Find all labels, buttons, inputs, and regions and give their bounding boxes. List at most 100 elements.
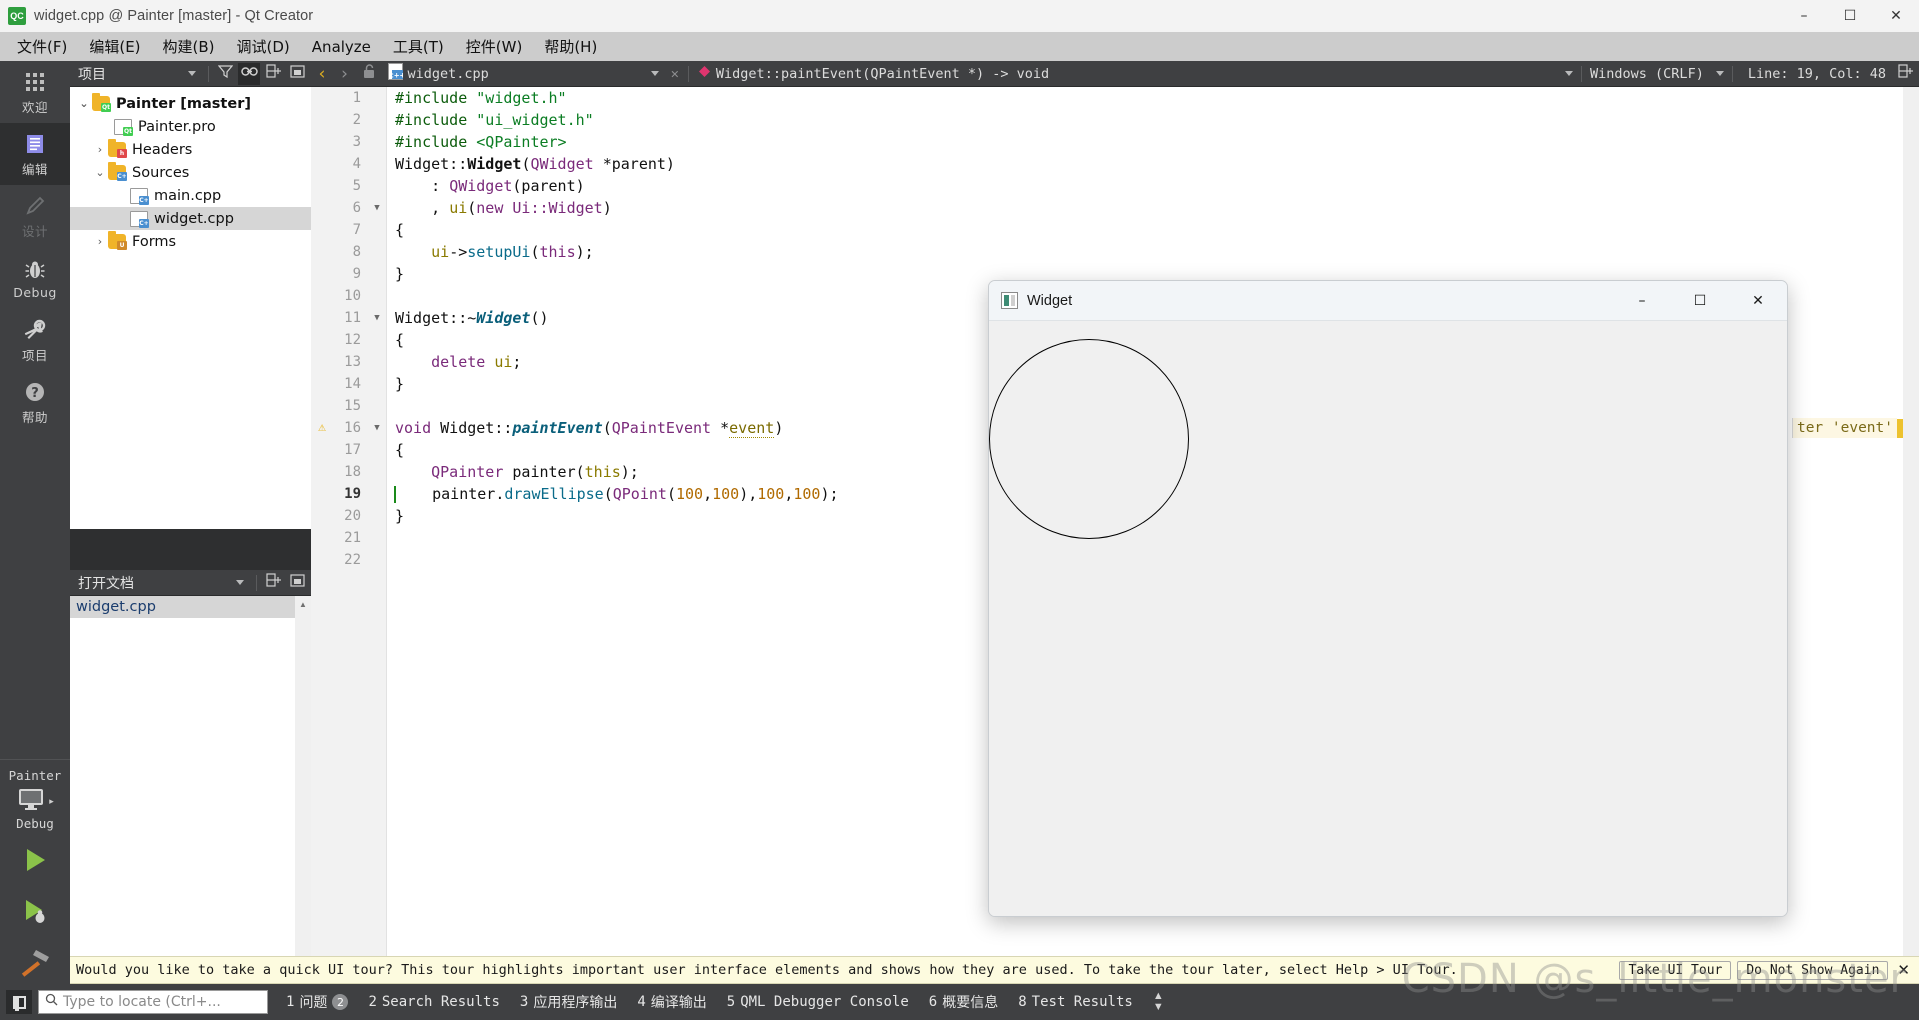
encoding-dropdown[interactable] (1710, 61, 1742, 87)
toggle-output-icon[interactable] (6, 990, 32, 1014)
menu-window[interactable]: 控件(W) (455, 33, 534, 60)
editor-scrollbar[interactable] (1903, 87, 1919, 967)
open-documents-scrollbar[interactable]: ▲ (295, 596, 311, 996)
menu-tools[interactable]: 工具(T) (382, 33, 455, 60)
fold-marker-icon[interactable]: ▼ (367, 423, 387, 433)
fold-marker-icon[interactable]: ▼ (367, 313, 387, 323)
mode-projects[interactable]: 项目 (0, 309, 70, 371)
maximize-button[interactable]: ☐ (1827, 0, 1873, 32)
warning-triangle-icon[interactable]: ⚠ (315, 421, 329, 435)
code-line[interactable]: 2 #include "ui_widget.h" (311, 109, 1903, 131)
widget-maximize-button[interactable]: ☐ (1671, 281, 1729, 321)
open-document-label: widget.cpp (76, 599, 156, 615)
close-editor-button[interactable]: ✕ (665, 61, 685, 87)
output-pane-test-results[interactable]: 8 Test Results (1018, 994, 1133, 1010)
code-line[interactable]: 7{ (311, 219, 1903, 241)
do-not-show-again-button[interactable]: Do Not Show Again (1737, 960, 1889, 980)
nav-back-button[interactable]: ‹ (311, 61, 333, 87)
code-token: ), (739, 485, 758, 503)
projects-panel-header: 项目 (70, 61, 311, 87)
menu-edit[interactable]: 编辑(E) (78, 33, 151, 60)
open-documents-tools (229, 572, 311, 594)
code-token: void (395, 419, 432, 437)
tree-item-forms[interactable]: › U Forms (70, 230, 311, 253)
tree-item-painter-pro[interactable]: Qt Painter.pro (70, 115, 311, 138)
output-pane-qml-debugger-console[interactable]: 5 QML Debugger Console (727, 994, 909, 1010)
tree-item-painter[interactable]: ⌄ Qt Painter [master] (70, 92, 311, 115)
mode-edit[interactable]: 编辑 (0, 123, 70, 185)
close-banner-icon[interactable]: ✕ (1894, 961, 1913, 979)
code-line[interactable]: 4 Widget::Widget(QWidget *parent) (311, 153, 1903, 175)
file-dropdown[interactable] (645, 61, 665, 87)
kit-selector[interactable]: Painter ▸ Debug (0, 759, 70, 996)
tree-item-main-cpp[interactable]: C+ main.cpp (70, 184, 311, 207)
close-panel-button[interactable] (286, 63, 308, 85)
scroll-up-arrow-icon[interactable]: ▲ (295, 596, 311, 613)
code-line[interactable]: 3 #include <QPainter> (311, 131, 1903, 153)
divider (1581, 65, 1583, 82)
file-cpp-icon: C+ (130, 210, 149, 228)
widget-window-titlebar[interactable]: Widget – ☐ ✕ (989, 281, 1787, 321)
chevron-right-icon[interactable]: › (92, 143, 108, 156)
title-bar: QC widget.cpp @ Painter [master] - Qt Cr… (0, 0, 1919, 32)
split-button[interactable] (262, 572, 284, 594)
tree-item-widget-cpp[interactable]: C+ widget.cpp (70, 207, 311, 230)
menu-build[interactable]: 构建(B) (152, 33, 226, 60)
current-file-selector[interactable]: c++ widget.cpp (382, 61, 495, 87)
play-bug-icon[interactable] (20, 896, 50, 931)
menu-debug[interactable]: 调试(D) (226, 33, 301, 60)
inline-warning-annotation[interactable]: ter 'event' (1791, 417, 1919, 439)
fold-marker-icon[interactable]: ▼ (367, 203, 387, 213)
hammer-icon[interactable] (19, 947, 51, 982)
play-triangle-icon[interactable] (20, 845, 50, 880)
output-pane-spinner-icon[interactable]: ▲ ▼ (1153, 991, 1164, 1013)
widget-close-button[interactable]: ✕ (1729, 281, 1787, 321)
opendocs-chooser-dropdown[interactable] (229, 572, 251, 594)
widget-preview-window[interactable]: Widget – ☐ ✕ (988, 280, 1788, 917)
output-pane-application-output[interactable]: 3 应用程序输出 (520, 992, 617, 1012)
mode-design[interactable]: 设计 (0, 185, 70, 247)
split-button[interactable] (262, 63, 284, 85)
nav-forward-button[interactable]: › (333, 61, 355, 87)
output-pane-issues[interactable]: 1 问题 2 (286, 992, 349, 1012)
file-pro-icon: Qt (114, 118, 133, 136)
mode-debug[interactable]: Debug (0, 247, 70, 309)
close-button[interactable]: ✕ (1873, 0, 1919, 32)
kit-expand-arrow-icon[interactable]: ▸ (49, 796, 54, 807)
mode-help[interactable]: ? 帮助 (0, 371, 70, 433)
output-pane-search-results[interactable]: 2 Search Results (368, 994, 499, 1010)
project-tree[interactable]: ⌄ Qt Painter [master] Qt Painter.pro › h… (70, 87, 311, 529)
open-documents-list[interactable]: widget.cpp ▲ (70, 596, 311, 996)
panel-chooser-dropdown[interactable] (181, 63, 203, 85)
line-ending-dropdown[interactable]: Windows (CRLF) (1559, 61, 1710, 87)
chevron-down-icon[interactable]: ⌄ (92, 166, 108, 179)
mode-welcome[interactable]: 欢迎 (0, 61, 70, 123)
symbol-selector[interactable]: Widget::paintEvent(QPaintEvent *) -> voi… (692, 61, 1055, 87)
synchronize-button[interactable] (238, 62, 260, 85)
take-ui-tour-button[interactable]: Take UI Tour (1619, 960, 1732, 980)
code-line[interactable]: 8 ui->setupUi(this); (311, 241, 1903, 263)
code-token: ( (666, 485, 676, 503)
tree-item-headers[interactable]: › h Headers (70, 138, 311, 161)
code-line[interactable]: 1 #include "widget.h" (311, 87, 1903, 109)
widget-minimize-button[interactable]: – (1613, 281, 1671, 321)
menu-file[interactable]: 文件(F) (6, 33, 78, 60)
open-document-widget-cpp[interactable]: widget.cpp (70, 596, 311, 618)
code-line[interactable]: 6 ▼ , ui(new Ui::Widget) (311, 197, 1903, 219)
chevron-right-icon[interactable]: › (92, 235, 108, 248)
close-panel-button[interactable] (286, 572, 308, 594)
chevron-down-icon[interactable]: ⌄ (76, 97, 92, 110)
output-pane-compile-output[interactable]: 4 编译输出 (637, 992, 706, 1012)
split-editor-button[interactable] (1892, 61, 1919, 87)
locator-input[interactable]: Type to locate (Ctrl+... (38, 990, 268, 1014)
minimize-button[interactable]: – (1781, 0, 1827, 32)
code-line[interactable]: 5 : QWidget(parent) (311, 175, 1903, 197)
tree-item-sources[interactable]: ⌄ C+ Sources (70, 161, 311, 184)
menu-analyze[interactable]: Analyze (301, 35, 382, 59)
output-pane-general-messages[interactable]: 6 概要信息 (929, 992, 998, 1012)
kit-project-label: Painter (8, 768, 62, 783)
menu-help[interactable]: 帮助(H) (533, 33, 608, 60)
filter-button[interactable] (214, 63, 236, 85)
annotation-text: ter 'event' (1791, 418, 1897, 438)
lock-toggle[interactable] (356, 61, 382, 87)
